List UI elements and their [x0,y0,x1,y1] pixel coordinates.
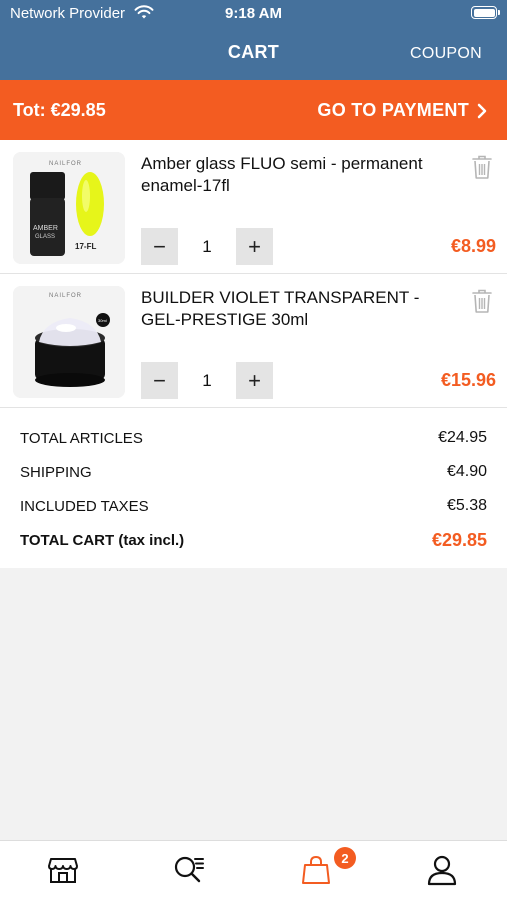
gel-jar-icon: NAILFOR 30ml [13,286,125,398]
tab-search[interactable] [172,853,208,889]
taxes-label: INCLUDED TAXES [20,498,149,515]
nail-polish-bottle-icon: NAILFOR AMBER GLASS 17-FL [13,152,125,264]
quantity-value: 1 [178,228,236,265]
product-name: BUILDER VIOLET TRANSPARENT - GEL-PRESTIG… [141,288,420,329]
svg-text:NAILFOR: NAILFOR [49,161,82,167]
total-articles-value: €24.95 [438,429,487,446]
cart-count-badge: 2 [334,847,356,869]
total-cart-row: TOTAL CART (tax incl.) €29.85 [20,530,487,564]
tab-cart[interactable] [299,853,335,889]
decrease-quantity-button[interactable]: − [141,362,178,399]
quantity-value: 1 [178,362,236,399]
tab-bar: 2 [0,840,507,900]
total-articles-label: TOTAL ARTICLES [20,430,143,447]
total-cart-label: TOTAL CART (tax incl.) [20,532,185,549]
trash-icon[interactable] [471,154,493,180]
clock: 9:18 AM [225,5,282,22]
cart-totals: TOTAL ARTICLES €24.95 SHIPPING €4.90 INC… [0,408,507,568]
product-image: NAILFOR 30ml [13,286,125,398]
product-price: €8.99 [450,236,496,256]
go-to-payment-label: GO TO PAYMENT [317,100,469,120]
taxes-row: INCLUDED TAXES €5.38 [20,496,487,530]
store-icon [48,858,78,883]
battery-icon [471,6,500,19]
tab-store[interactable] [46,853,82,889]
quantity-stepper: − 1 + [141,362,273,399]
svg-text:GLASS: GLASS [35,234,55,240]
shopping-bag-icon [302,855,330,884]
shipping-row: SHIPPING €4.90 [20,462,487,496]
status-bar: Network Provider 9:18 AM [0,0,507,28]
chevron-right-icon [477,103,487,118]
search-list-icon [174,856,204,883]
product-image: NAILFOR AMBER GLASS 17-FL [13,152,125,264]
svg-text:30ml: 30ml [98,318,107,323]
profile-icon [427,855,457,886]
header: Network Provider 9:18 AM CART COUPON [0,0,507,80]
tab-profile[interactable] [425,853,461,889]
taxes-value: €5.38 [446,497,487,514]
svg-text:17-FL: 17-FL [75,242,96,251]
cart-item: NAILFOR 30ml BUILDER VIOLET TRANSPARENT … [0,274,507,408]
total-articles-row: TOTAL ARTICLES €24.95 [20,428,487,462]
quantity-stepper: − 1 + [141,228,273,265]
product-price: €15.96 [440,370,496,390]
svg-text:AMBER: AMBER [33,225,58,232]
coupon-button[interactable]: COUPON [410,45,482,63]
shipping-label: SHIPPING [20,464,92,481]
trash-icon[interactable] [471,288,493,314]
total-cart-value: €29.85 [431,530,487,550]
shipping-value: €4.90 [446,463,487,480]
payment-bar: Tot: €29.85 GO TO PAYMENT [0,80,507,140]
total-summary: Tot: €29.85 [13,100,106,120]
svg-text:NAILFOR: NAILFOR [49,293,82,299]
decrease-quantity-button[interactable]: − [141,228,178,265]
cart-content: NAILFOR AMBER GLASS 17-FL Amber glass FL… [0,140,507,568]
increase-quantity-button[interactable]: + [236,228,273,265]
product-name: Amber glass FLUO semi - permanent enamel… [141,154,423,195]
cart-item: NAILFOR AMBER GLASS 17-FL Amber glass FL… [0,140,507,274]
go-to-payment-button[interactable]: GO TO PAYMENT [317,100,487,121]
increase-quantity-button[interactable]: + [236,362,273,399]
